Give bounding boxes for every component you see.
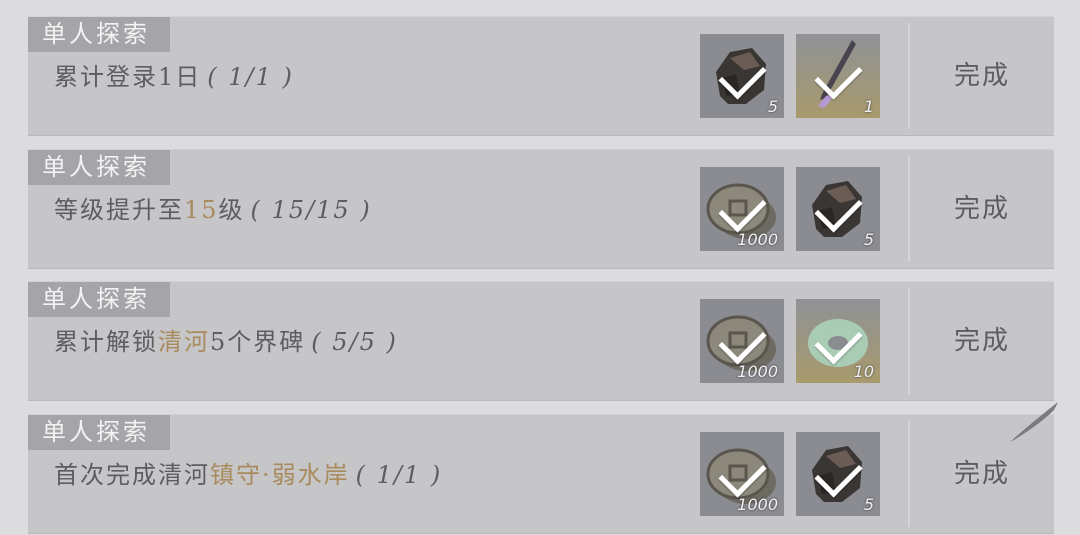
task-progress: ( 15/15 ) — [250, 196, 372, 224]
reward-count: 10 — [853, 362, 874, 381]
task-tag: 单人探索 — [28, 282, 170, 317]
status-label: 完成 — [953, 61, 1010, 91]
desc-text: 首次完成清河 — [54, 461, 210, 489]
reward-slot[interactable]: 1 — [796, 34, 880, 118]
reward-slot[interactable]: 1000 — [700, 167, 784, 251]
task-row: 单人探索 累计解锁清河5个界碑( 5/5 ) 1000 10 完成 — [28, 281, 1054, 400]
reward-count: 1000 — [737, 230, 778, 249]
reward-count: 1 — [863, 97, 874, 116]
task-description: 累计解锁清河5个界碑( 5/5 ) — [54, 322, 398, 357]
task-row: 单人探索 累计登录1日( 1/1 ) 5 1 完成 — [28, 16, 1054, 135]
reward-count: 1000 — [737, 495, 778, 514]
desc-highlight: 清河 — [158, 328, 210, 356]
reward-count: 5 — [863, 495, 874, 514]
task-progress: ( 1/1 ) — [207, 63, 294, 91]
reward-slot[interactable]: 5 — [796, 167, 880, 251]
reward-count: 5 — [863, 230, 874, 249]
task-row: 单人探索 首次完成清河镇守·弱水岸( 1/1 ) 1000 5 完成 — [28, 414, 1054, 533]
task-tag: 单人探索 — [28, 150, 170, 185]
desc-text: 累计解锁 — [54, 328, 158, 356]
task-description: 累计登录1日( 1/1 ) — [54, 57, 294, 92]
desc-text: 5个界碑 — [210, 328, 306, 356]
desc-text: 累计登录1日 — [54, 63, 202, 91]
brush-stroke-icon — [1010, 402, 1058, 442]
reward-slot[interactable]: 1000 — [700, 432, 784, 516]
task-progress: ( 5/5 ) — [311, 328, 398, 356]
reward-count: 5 — [767, 97, 778, 116]
status-label: 完成 — [953, 194, 1010, 224]
reward-slot[interactable]: 10 — [796, 299, 880, 383]
task-description: 首次完成清河镇守·弱水岸( 1/1 ) — [54, 455, 442, 490]
desc-text: 级 — [218, 196, 245, 224]
reward-slot[interactable]: 1000 — [700, 299, 784, 383]
reward-slot[interactable]: 5 — [796, 432, 880, 516]
task-description: 等级提升至15级( 15/15 ) — [54, 190, 372, 225]
reward-count: 1000 — [737, 362, 778, 381]
task-progress: ( 1/1 ) — [355, 461, 443, 489]
desc-highlight: 镇守·弱水岸 — [210, 461, 350, 489]
task-row: 单人探索 等级提升至15级( 15/15 ) 1000 5 完成 — [28, 149, 1054, 268]
task-tag: 单人探索 — [28, 17, 170, 52]
reward-slot[interactable]: 5 — [700, 34, 784, 118]
task-tag: 单人探索 — [28, 415, 170, 450]
desc-highlight: 15 — [184, 196, 219, 224]
desc-text: 等级提升至 — [54, 196, 184, 224]
status-label: 完成 — [953, 326, 1010, 356]
